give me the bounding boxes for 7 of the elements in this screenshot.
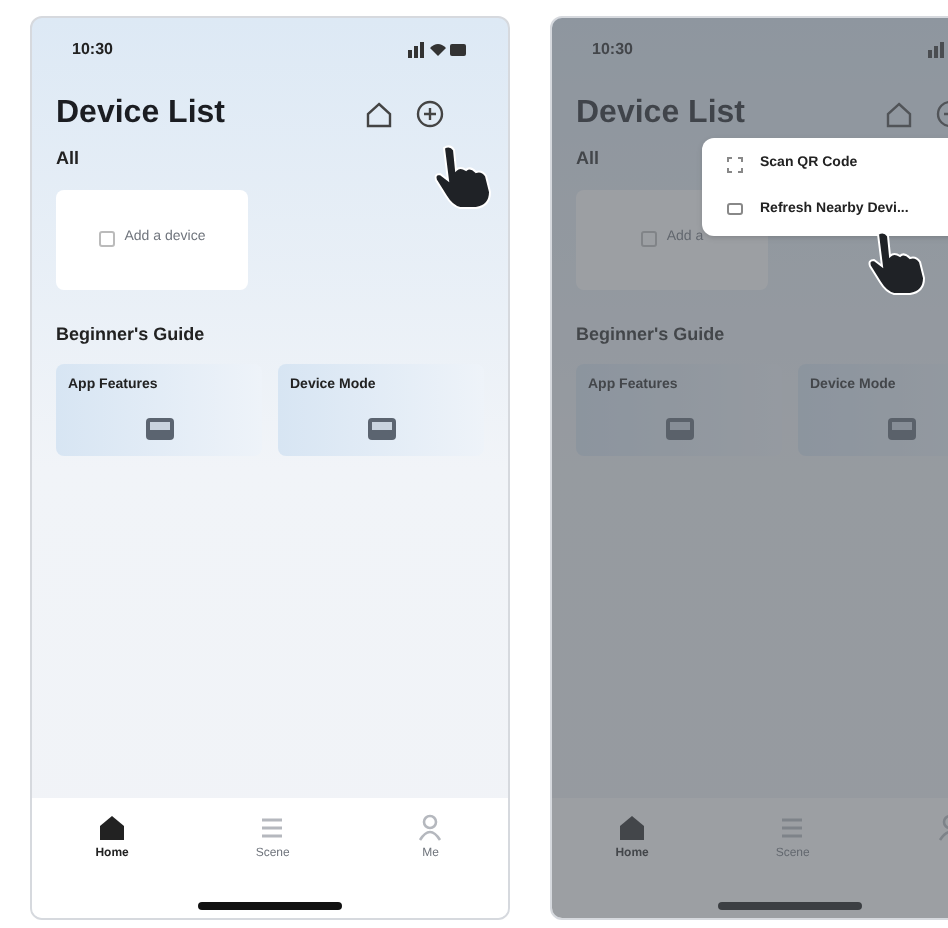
section-title: Beginner's Guide xyxy=(574,321,727,348)
status-time: 10:30 xyxy=(72,38,113,62)
filter-label[interactable]: All xyxy=(32,146,508,173)
page-title: Device List xyxy=(56,94,225,134)
section-title: Beginner's Guide xyxy=(54,321,207,348)
status-time: 10:30 xyxy=(592,38,633,62)
page-title: Device List xyxy=(576,94,745,134)
